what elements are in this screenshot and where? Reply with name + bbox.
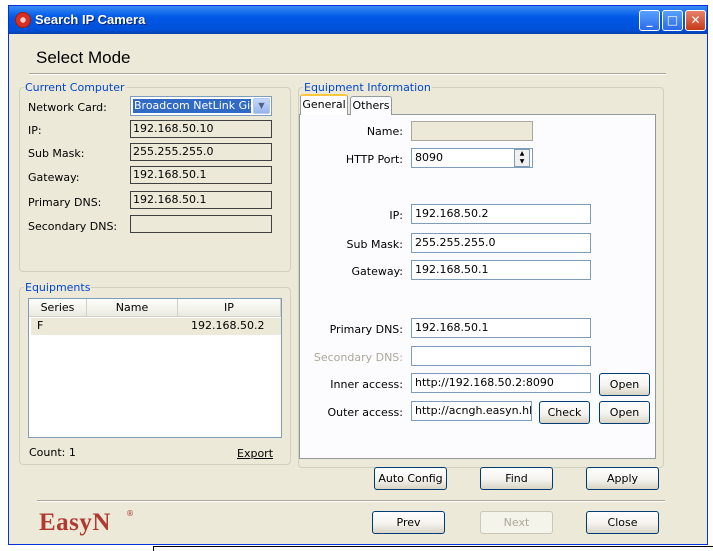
eq-primary-dns-label: Primary DNS: (329, 323, 403, 336)
footer-divider (37, 500, 665, 502)
spin-down-icon[interactable]: ▼ (515, 158, 529, 166)
http-port-label: HTTP Port: (345, 153, 403, 166)
inner-access-field[interactable]: http://192.168.50.2:8090 (411, 373, 591, 393)
background-line (153, 546, 713, 547)
page-title: Select Mode (36, 48, 131, 67)
header-divider (29, 73, 666, 75)
row-ip: 192.168.50.2 (191, 319, 265, 332)
secondary-dns-label: Secondary DNS: (28, 220, 118, 233)
registered-mark: ® (126, 509, 134, 518)
equipments-list[interactable]: Series Name IP F 192.168.50.2 (28, 298, 282, 438)
http-port-spinner[interactable]: ▲ ▼ (514, 149, 530, 167)
window-title: Search IP Camera (35, 12, 146, 27)
computer-gateway-field: 192.168.50.1 (130, 166, 272, 184)
submask-label: Sub Mask: (28, 147, 85, 160)
prev-button[interactable]: Prev (372, 511, 445, 534)
close-button[interactable]: Close (586, 511, 659, 534)
computer-primary-dns-field: 192.168.50.1 (130, 191, 272, 209)
eq-gateway-field[interactable]: 192.168.50.1 (411, 260, 591, 280)
equipment-information-legend: Equipment Information (304, 81, 431, 94)
eq-submask-label: Sub Mask: (346, 238, 403, 251)
close-window-button[interactable]: ✕ (685, 10, 706, 31)
current-computer-legend: Current Computer (25, 81, 125, 94)
spin-up-icon[interactable]: ▲ (515, 150, 529, 158)
inner-access-label: Inner access: (330, 378, 403, 391)
maximize-button[interactable]: □ (662, 10, 683, 31)
easyn-logo: EasyN (39, 509, 111, 536)
eq-submask-field[interactable]: 255.255.255.0 (411, 233, 591, 253)
title-bar[interactable]: Search IP Camera _ □ ✕ (9, 6, 707, 34)
check-button[interactable]: Check (539, 401, 590, 424)
close-icon: ✕ (690, 13, 701, 27)
eq-gateway-label: Gateway: (351, 265, 404, 278)
minimize-button[interactable]: _ (639, 10, 660, 31)
eq-secondary-dns-label: Secondary DNS: (313, 351, 403, 364)
eq-ip-field[interactable]: 192.168.50.2 (411, 204, 591, 224)
column-header-ip[interactable]: IP (178, 299, 281, 317)
outer-access-label: Outer access: (327, 406, 403, 419)
network-card-value: Broadcom NetLink Gigabit (133, 99, 251, 113)
network-card-label: Network Card: (28, 101, 107, 114)
eq-secondary-dns-field[interactable] (411, 346, 591, 366)
background-line (153, 546, 154, 551)
app-icon (15, 12, 31, 28)
computer-submask-field: 255.255.255.0 (130, 143, 272, 161)
name-label: Name: (366, 125, 403, 138)
primary-dns-label: Primary DNS: (28, 196, 102, 209)
search-ip-camera-window: Search IP Camera _ □ ✕ Select Mode Curre… (8, 5, 708, 545)
equipment-count: Count: 1 (29, 446, 76, 459)
minimize-icon: _ (646, 13, 653, 27)
inner-open-button[interactable]: Open (599, 373, 650, 396)
equipments-legend: Equipments (25, 281, 91, 294)
export-link[interactable]: Export (237, 447, 273, 460)
outer-open-button[interactable]: Open (599, 401, 650, 424)
find-button[interactable]: Find (480, 467, 553, 490)
tab-others[interactable]: Others (350, 96, 392, 115)
maximize-icon: □ (666, 13, 679, 27)
network-card-select[interactable]: Broadcom NetLink Gigabit ▼ (130, 96, 272, 116)
outer-access-field[interactable]: http://acngh.easyn.hk (411, 401, 532, 421)
ip-label: IP: (28, 124, 42, 137)
eq-ip-label: IP: (389, 209, 403, 222)
computer-ip-field: 192.168.50.10 (130, 120, 272, 138)
tab-general[interactable]: General (300, 94, 348, 115)
apply-button[interactable]: Apply (586, 467, 659, 490)
chevron-down-icon[interactable]: ▼ (253, 98, 270, 114)
table-row[interactable]: F 192.168.50.2 (31, 318, 281, 335)
auto-config-button[interactable]: Auto Config (374, 467, 447, 490)
column-header-name[interactable]: Name (87, 299, 178, 317)
column-header-series[interactable]: Series (29, 299, 87, 317)
row-series: F (37, 319, 44, 332)
name-field[interactable] (411, 121, 533, 141)
computer-secondary-dns-field (130, 215, 272, 233)
next-button: Next (480, 511, 553, 534)
eq-primary-dns-field[interactable]: 192.168.50.1 (411, 318, 591, 338)
export-label: Export (237, 447, 274, 460)
gateway-label: Gateway: (28, 171, 80, 184)
